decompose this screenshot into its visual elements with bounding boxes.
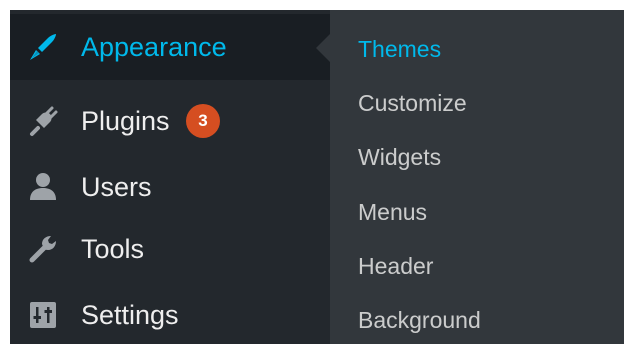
admin-menu: Appearance Plugins 3 Users Tools Setting… xyxy=(10,10,330,344)
settings-icon xyxy=(26,298,60,332)
submenu-item-label: Header xyxy=(358,252,434,279)
update-count-badge: 3 xyxy=(186,104,220,138)
submenu-pointer xyxy=(316,34,330,62)
admin-menu-frame: Appearance Plugins 3 Users Tools Setting… xyxy=(10,10,624,344)
menu-item-plugins[interactable]: Plugins 3 xyxy=(10,88,330,154)
menu-item-appearance[interactable]: Appearance xyxy=(10,14,330,80)
menu-item-label: Users xyxy=(81,171,152,202)
plug-icon xyxy=(26,104,60,138)
submenu-item-widgets[interactable]: Widgets xyxy=(330,130,624,184)
submenu-item-label: Menus xyxy=(358,198,428,225)
submenu-item-customize[interactable]: Customize xyxy=(330,76,624,130)
menu-item-tools[interactable]: Tools xyxy=(10,216,330,282)
appearance-submenu: Themes Customize Widgets Menus Header Ba… xyxy=(330,10,624,344)
menu-item-label: Settings xyxy=(81,299,179,330)
users-icon xyxy=(26,170,60,204)
wrench-icon xyxy=(26,232,60,266)
menu-item-label: Appearance xyxy=(81,31,227,62)
menu-item-label: Tools xyxy=(81,233,145,264)
submenu-item-label: Customize xyxy=(358,89,467,116)
menu-item-users[interactable]: Users xyxy=(10,154,330,220)
submenu-item-header[interactable]: Header xyxy=(330,239,624,293)
submenu-item-background[interactable]: Background xyxy=(330,293,624,347)
submenu-item-themes[interactable]: Themes xyxy=(330,22,624,76)
submenu-item-menus[interactable]: Menus xyxy=(330,185,624,239)
paintbrush-icon xyxy=(26,30,60,64)
menu-item-label: Plugins xyxy=(81,105,170,136)
menu-item-settings[interactable]: Settings xyxy=(10,282,330,348)
submenu-item-label: Themes xyxy=(358,35,442,62)
submenu-item-label: Background xyxy=(358,306,481,333)
submenu-item-label: Widgets xyxy=(358,143,442,170)
